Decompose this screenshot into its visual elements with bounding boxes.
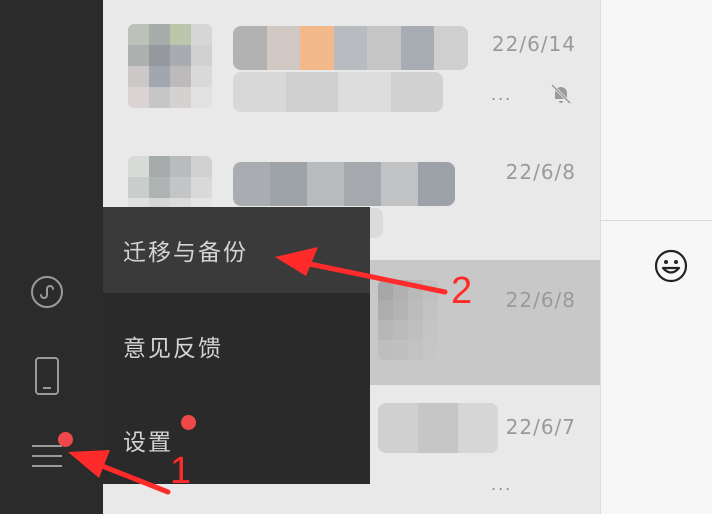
chat-date: 22/6/14 <box>491 32 576 56</box>
menu-item-label: 设置 <box>123 430 173 456</box>
chat-input-pane <box>600 0 712 514</box>
menu-item-settings[interactable]: 设置 <box>103 397 370 483</box>
menu-item-feedback[interactable]: 意见反馈 <box>103 303 370 389</box>
hamburger-menu-icon <box>32 445 62 467</box>
settings-popup-menu: 迁移与备份 意见反馈 设置 <box>103 207 370 484</box>
chat-name-blurred <box>233 162 455 206</box>
emoji-icon[interactable] <box>653 248 689 284</box>
chat-name-blurred <box>233 26 468 70</box>
chat-name-blurred <box>378 403 498 453</box>
chat-preview-ellipsis: ... <box>491 85 513 104</box>
chat-preview-blurred <box>233 72 443 112</box>
menu-item-label: 迁移与备份 <box>123 240 248 266</box>
chat-date: 22/6/8 <box>505 160 576 184</box>
chat-avatar <box>128 24 212 108</box>
phone-button[interactable] <box>18 350 76 402</box>
step-number-1: 1 <box>170 450 192 492</box>
chat-date: 22/6/8 <box>505 288 576 312</box>
chat-row[interactable]: 22/6/14 ... <box>103 0 600 130</box>
chat-date: 22/6/7 <box>505 415 576 439</box>
chat-preview-ellipsis: ... <box>491 475 513 494</box>
menu-notification-badge <box>58 432 73 447</box>
chat-avatar <box>378 280 438 360</box>
phone-icon <box>35 357 59 395</box>
menu-item-migrate-backup[interactable]: 迁移与备份 <box>103 207 370 293</box>
settings-notification-badge <box>181 415 196 430</box>
sidebar <box>0 0 103 514</box>
pane-divider <box>601 220 712 221</box>
mute-bell-icon <box>550 83 572 105</box>
mini-program-icon <box>31 276 63 308</box>
menu-item-label: 意见反馈 <box>123 336 223 362</box>
step-number-2: 2 <box>451 270 473 312</box>
mini-program-button[interactable] <box>18 266 76 318</box>
